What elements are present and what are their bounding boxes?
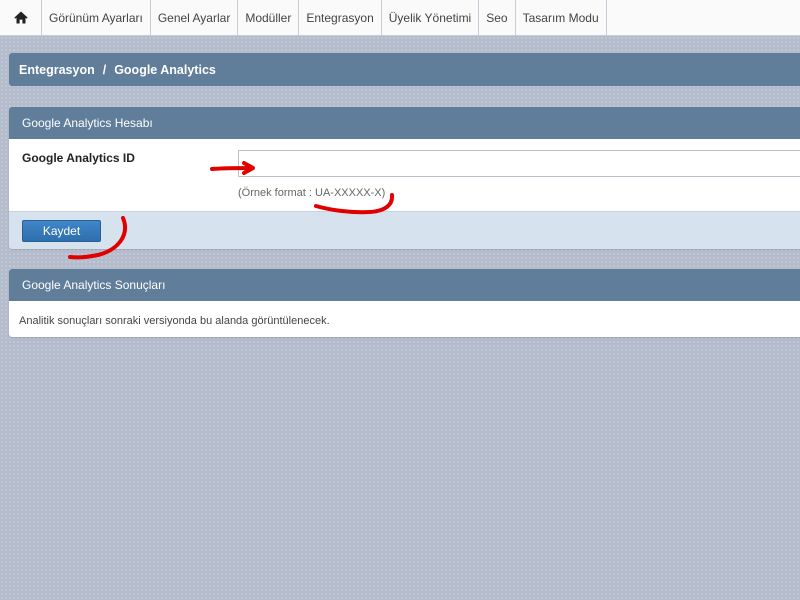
save-button[interactable]: Kaydet bbox=[22, 220, 101, 242]
nav-item-seo[interactable]: Seo bbox=[479, 0, 516, 35]
nav-item-genel-ayarlar[interactable]: Genel Ayarlar bbox=[151, 0, 239, 35]
analytics-account-panel: Google Analytics Hesabı Google Analytics… bbox=[9, 107, 800, 249]
panel-footer: Kaydet bbox=[9, 211, 800, 249]
panel-title: Google Analytics Hesabı bbox=[9, 107, 800, 139]
analytics-id-label: Google Analytics ID bbox=[22, 151, 135, 165]
breadcrumb-separator: / bbox=[102, 62, 107, 77]
nav-item-entegrasyon[interactable]: Entegrasyon bbox=[299, 0, 382, 35]
breadcrumb-current: Google Analytics bbox=[114, 62, 216, 77]
breadcrumb: Entegrasyon / Google Analytics bbox=[9, 53, 800, 86]
breadcrumb-parent[interactable]: Entegrasyon bbox=[19, 63, 95, 77]
top-navigation: Görünüm Ayarları Genel Ayarlar Modüller … bbox=[0, 0, 800, 36]
results-message: Analitik sonuçları sonraki versiyonda bu… bbox=[19, 315, 330, 327]
analytics-results-panel: Google Analytics Sonuçları Analitik sonu… bbox=[9, 269, 800, 337]
analytics-id-help-text: (Örnek format : UA-XXXXX-X) bbox=[238, 187, 386, 199]
analytics-id-input[interactable] bbox=[238, 150, 800, 177]
home-icon bbox=[13, 11, 28, 24]
nav-item-tasarim-modu[interactable]: Tasarım Modu bbox=[516, 0, 607, 35]
nav-item-uyelik-yonetimi[interactable]: Üyelik Yönetimi bbox=[382, 0, 480, 35]
home-button[interactable] bbox=[0, 0, 42, 35]
nav-item-gorunum-ayarlari[interactable]: Görünüm Ayarları bbox=[42, 0, 151, 35]
nav-item-moduller[interactable]: Modüller bbox=[238, 0, 300, 35]
panel-title: Google Analytics Sonuçları bbox=[9, 269, 800, 301]
